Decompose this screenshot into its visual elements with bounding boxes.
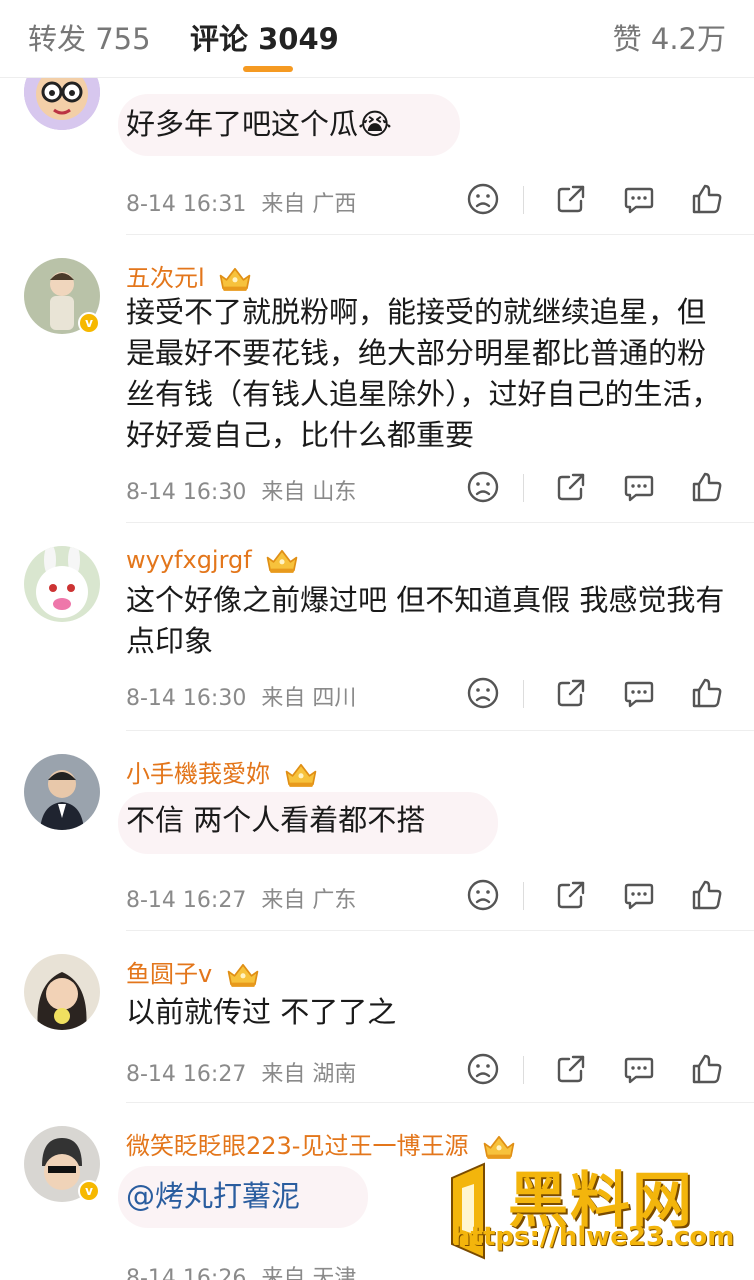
- comment-time: 8-14 16:30: [126, 686, 247, 711]
- comment-time: 8-14 16:31: [126, 192, 247, 217]
- divider: [126, 1102, 754, 1103]
- divider: [126, 930, 754, 931]
- comment-meta: 8-14 16:30 来自 山东: [126, 474, 356, 506]
- username-text: 五次元l: [126, 264, 205, 292]
- comment-text: 接受不了就脱粉啊，能接受的就继续追星，但是最好不要花钱，绝大部分明星都比普通的粉…: [126, 295, 721, 452]
- username-text: 鱼圆子v: [126, 960, 213, 988]
- verified-badge-icon: v: [78, 312, 100, 334]
- dislike-icon[interactable]: [466, 676, 500, 710]
- comment-actions: [466, 1052, 736, 1088]
- comment-item: 鱼圆子v 以前就传过 不了了之 8-14 16:27 来自 湖南: [0, 932, 754, 1104]
- vip-crown-icon: [226, 961, 260, 989]
- action-divider: [523, 680, 524, 708]
- comment-meta: 8-14 16:30 来自 四川: [126, 680, 356, 712]
- share-icon[interactable]: [554, 878, 588, 912]
- share-icon[interactable]: [554, 676, 588, 710]
- vip-crown-icon: [265, 547, 299, 575]
- verified-badge-icon: v: [78, 1180, 100, 1202]
- reply-icon[interactable]: [622, 676, 656, 710]
- comment-actions: [466, 470, 736, 506]
- comment-username[interactable]: 五次元l: [126, 258, 252, 293]
- dislike-icon[interactable]: [466, 470, 500, 504]
- comment-location: 来自 山东: [261, 480, 357, 505]
- like-icon[interactable]: [690, 182, 724, 216]
- comment-actions: [466, 182, 736, 218]
- comment-username[interactable]: 鱼圆子v: [126, 954, 260, 989]
- reply-icon[interactable]: [622, 1052, 656, 1086]
- share-icon[interactable]: [554, 470, 588, 504]
- reply-icon[interactable]: [622, 182, 656, 216]
- comment-time: 8-14 16:27: [126, 1062, 247, 1087]
- comment-item: 好多年了吧这个瓜😭 8-14 16:31 来自 广西: [0, 54, 754, 236]
- action-divider: [523, 1056, 524, 1084]
- reply-icon[interactable]: [622, 878, 656, 912]
- reply-icon[interactable]: [622, 470, 656, 504]
- action-divider: [523, 186, 524, 214]
- comment-location: 来自 天津: [261, 1266, 357, 1280]
- comment-tabs: 转发 755 评论 3049 赞 4.2万: [0, 0, 754, 78]
- comment-text: 这个好像之前爆过吧 但不知道真假 我感觉我有点印象: [126, 583, 725, 658]
- comment-text: 以前就传过 不了了之: [126, 995, 397, 1029]
- comment-time: 8-14 16:27: [126, 888, 247, 913]
- comment-username[interactable]: 小手機莪愛妳: [126, 754, 318, 789]
- divider: [126, 234, 754, 235]
- action-divider: [523, 882, 524, 910]
- action-divider: [523, 474, 524, 502]
- comment-item: 小手機莪愛妳 不信 两个人看着都不搭 8-14 16:27 来自 广东: [0, 732, 754, 932]
- divider: [126, 522, 754, 523]
- vip-crown-icon: [218, 265, 252, 293]
- comment-time: 8-14 16:30: [126, 480, 247, 505]
- vip-crown-icon: [284, 761, 318, 789]
- comment-username[interactable]: wyyfxgjrgf: [126, 546, 299, 575]
- comment-text: 不信 两个人看着都不搭: [126, 803, 426, 837]
- comment-meta: 8-14 16:27 来自 湖南: [126, 1056, 356, 1088]
- like-icon[interactable]: [690, 470, 724, 504]
- avatar[interactable]: [24, 546, 100, 622]
- share-icon[interactable]: [554, 1052, 588, 1086]
- tab-comments[interactable]: 评论 3049: [190, 16, 339, 58]
- tab-reposts[interactable]: 转发 755: [28, 16, 151, 58]
- username-text: wyyfxgjrgf: [126, 546, 252, 574]
- comment-location: 来自 广东: [261, 888, 357, 913]
- avatar[interactable]: [24, 754, 100, 830]
- comment-meta: 8-14 16:31 来自 广西: [126, 186, 356, 218]
- username-text: 微笑眨眨眼223-见过王一博王源: [126, 1132, 469, 1160]
- comment-item: wyyfxgjrgf 这个好像之前爆过吧 但不知道真假 我感觉我有点印象 8-1…: [0, 524, 754, 732]
- comment-location: 来自 湖南: [261, 1062, 357, 1087]
- dislike-icon[interactable]: [466, 878, 500, 912]
- comment-actions: [466, 878, 736, 914]
- like-icon[interactable]: [690, 676, 724, 710]
- tab-likes[interactable]: 赞 4.2万: [613, 16, 726, 58]
- avatar[interactable]: [24, 954, 100, 1030]
- divider: [126, 730, 754, 731]
- like-icon[interactable]: [690, 878, 724, 912]
- comment-location: 来自 四川: [261, 686, 357, 711]
- comment-location: 来自 广西: [261, 192, 357, 217]
- share-icon[interactable]: [554, 182, 588, 216]
- comment-actions: [466, 676, 736, 712]
- like-icon[interactable]: [690, 1052, 724, 1086]
- comment-meta: 8-14 16:26 来自 天津: [126, 1260, 356, 1280]
- comment-meta: 8-14 16:27 来自 广东: [126, 882, 356, 914]
- watermark-url: https://hlwe23.com: [452, 1222, 735, 1252]
- comment-item: v 五次元l 接受不了就脱粉啊，能接受的就继续追星，但是最好不要花钱，绝大部分明…: [0, 236, 754, 524]
- dislike-icon[interactable]: [466, 1052, 500, 1086]
- comment-username[interactable]: 微笑眨眨眼223-见过王一博王源: [126, 1126, 516, 1161]
- active-tab-indicator: [243, 66, 293, 72]
- comment-text: 好多年了吧这个瓜😭: [126, 107, 392, 141]
- username-text: 小手機莪愛妳: [126, 760, 270, 788]
- dislike-icon[interactable]: [466, 182, 500, 216]
- comment-time: 8-14 16:26: [126, 1266, 247, 1280]
